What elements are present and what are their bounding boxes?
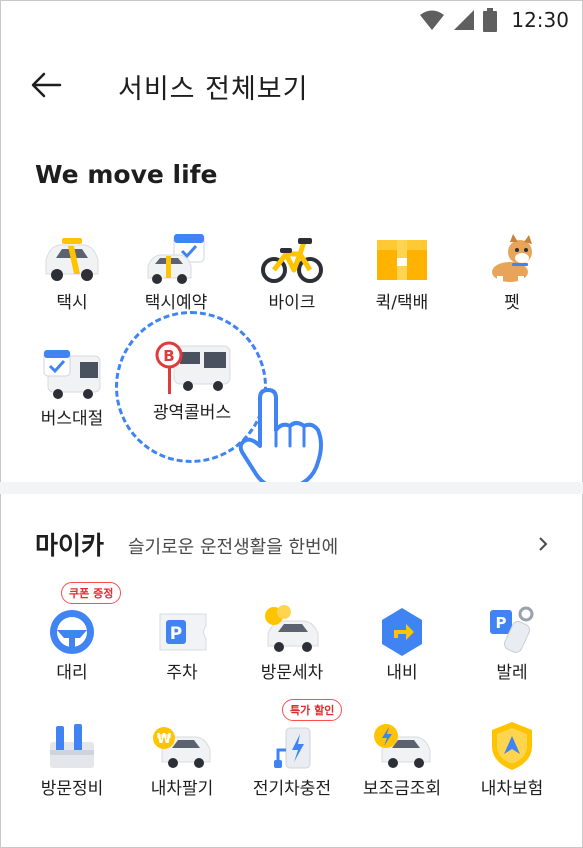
chevron-right-icon[interactable] — [535, 534, 551, 554]
taxi-calendar-icon — [147, 233, 205, 284]
section-title-we-move-life: We move life — [35, 160, 218, 189]
navigation-icon — [382, 608, 422, 656]
status-time: 12:30 — [511, 8, 569, 32]
service-sell-my-car[interactable]: ₩ 내차팔기 — [134, 720, 230, 799]
service-label: 펫 — [504, 293, 520, 313]
service-label: 택시 — [56, 293, 88, 313]
service-parking[interactable]: P 주차 — [134, 604, 230, 683]
service-quick-delivery[interactable]: 퀵/택배 — [354, 234, 450, 313]
discount-badge: 특가 할인 — [282, 699, 343, 721]
service-label: 내비 — [386, 663, 418, 683]
service-label: 발레 — [496, 663, 528, 683]
battery-icon — [483, 8, 498, 32]
page-title: 서비스 전체보기 — [118, 74, 309, 105]
pointing-hand-icon — [238, 388, 323, 491]
service-label: 버스대절 — [40, 409, 104, 429]
service-label: 보조금조회 — [362, 779, 442, 799]
parking-ticket-icon: P — [159, 613, 207, 651]
service-valet[interactable]: P 발레 — [464, 604, 560, 683]
service-label: 대리 — [56, 663, 88, 683]
delivery-box-icon — [377, 240, 427, 280]
wifi-icon — [420, 10, 445, 30]
svg-text:B: B — [163, 347, 174, 365]
service-navigation[interactable]: 내비 — [354, 604, 450, 683]
taxi-icon — [45, 238, 99, 281]
shield-icon — [492, 722, 532, 770]
header: 서비스 전체보기 — [0, 55, 583, 115]
service-visit-maintenance[interactable]: 방문정비 — [24, 720, 120, 799]
service-taxi[interactable]: 택시 — [24, 234, 120, 313]
bike-icon — [261, 238, 323, 283]
back-arrow-icon[interactable] — [28, 67, 68, 103]
toolbox-icon — [50, 724, 94, 768]
service-label: 내차보험 — [480, 779, 544, 799]
service-label: 방문세차 — [260, 663, 324, 683]
metro-bus-icon: B — [155, 341, 231, 394]
service-label: 퀵/택배 — [375, 293, 429, 313]
car-wash-icon — [265, 605, 319, 652]
cellular-signal-icon — [454, 10, 475, 30]
service-taxi-reservation[interactable]: 택시예약 — [128, 233, 224, 313]
section-subtitle-mycar: 슬기로운 운전생활을 한번에 — [128, 537, 339, 558]
service-metro-call-bus[interactable]: B 광역콜버스 — [133, 340, 251, 423]
service-designated-driver[interactable]: 대리 — [24, 604, 120, 683]
subsidy-car-icon — [374, 724, 431, 768]
service-bike[interactable]: 바이크 — [244, 234, 340, 313]
service-ev-charging[interactable]: 전기차충전 — [244, 720, 340, 799]
bus-calendar-icon — [43, 349, 101, 399]
section-title-mycar: 마이카 — [35, 531, 105, 560]
svg-text:P: P — [496, 614, 507, 632]
valet-key-icon: P — [490, 606, 534, 653]
service-label: 방문정비 — [40, 779, 104, 799]
service-car-wash[interactable]: 방문세차 — [244, 604, 340, 683]
service-car-insurance[interactable]: 내차보험 — [464, 720, 560, 799]
service-label: 전기차충전 — [252, 779, 332, 799]
service-label: 주차 — [166, 663, 198, 683]
dog-icon — [492, 234, 532, 285]
service-subsidy-lookup[interactable]: 보조금조회 — [354, 720, 450, 799]
service-pet[interactable]: 펫 — [464, 234, 560, 313]
ev-charger-icon — [274, 727, 311, 769]
service-label: 택시예약 — [144, 293, 208, 313]
service-bus-charter[interactable]: 버스대절 — [24, 349, 120, 429]
service-label: 내차팔기 — [150, 779, 214, 799]
status-bar: 12:30 — [0, 0, 583, 40]
sell-car-icon: ₩ — [153, 727, 211, 768]
section-divider — [0, 482, 583, 494]
service-label: 광역콜버스 — [152, 403, 232, 423]
coupon-badge: 쿠폰 증정 — [61, 582, 122, 604]
svg-text:P: P — [170, 624, 182, 644]
steering-wheel-icon — [50, 610, 94, 654]
service-label: 바이크 — [268, 293, 316, 313]
svg-text:₩: ₩ — [157, 732, 172, 747]
